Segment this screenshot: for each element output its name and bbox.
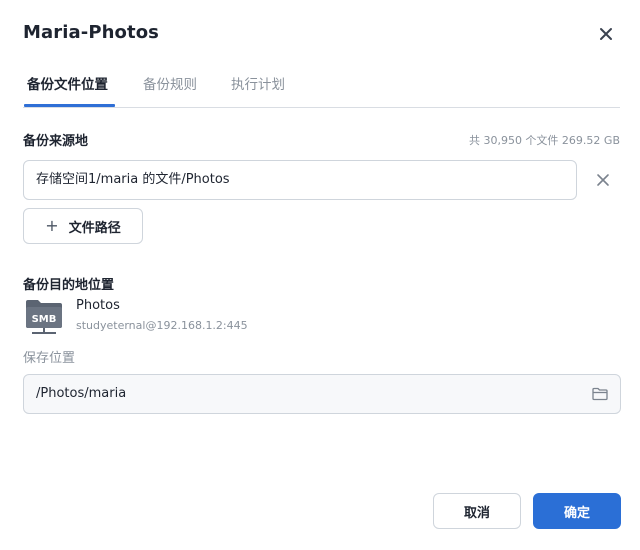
remove-path-button[interactable] <box>595 172 611 188</box>
confirm-button[interactable]: 确定 <box>533 493 621 529</box>
tab-schedule[interactable]: 执行计划 <box>231 73 285 93</box>
active-tab-indicator <box>24 104 115 107</box>
smb-icon-text: SMB <box>32 314 57 325</box>
smb-share-icon: SMB <box>24 296 64 336</box>
destination-host: studyeternal@192.168.1.2:445 <box>76 319 248 332</box>
dialog-title: Maria-Photos <box>23 22 159 43</box>
destination-section-label: 备份目的地位置 <box>23 278 115 293</box>
source-path-field[interactable]: 存储空间1/maria 的文件/Photos <box>23 160 577 200</box>
source-file-stats: 共 30,950 个文件 269.52 GB <box>468 134 620 147</box>
tab-bar: 备份文件位置 备份规则 执行计划 <box>23 70 620 108</box>
save-location-field[interactable]: /Photos/maria <box>23 374 621 414</box>
destination-name: Photos <box>76 298 120 313</box>
save-location-label: 保存位置 <box>23 351 76 366</box>
tab-backup-rules[interactable]: 备份规则 <box>143 73 197 93</box>
add-file-path-label: 文件路径 <box>68 220 121 236</box>
tab-backup-location[interactable]: 备份文件位置 <box>27 73 108 93</box>
cancel-button[interactable]: 取消 <box>433 493 521 529</box>
plus-icon: + <box>45 216 59 235</box>
source-section-label: 备份来源地 <box>23 134 89 149</box>
folder-icon <box>592 387 608 401</box>
close-button[interactable] <box>596 24 616 44</box>
close-icon <box>600 28 612 40</box>
backup-task-dialog: Maria-Photos 备份文件位置 备份规则 执行计划 备份来源地 共 30… <box>0 0 640 550</box>
browse-folder-button[interactable] <box>591 385 609 403</box>
add-file-path-button[interactable]: + 文件路径 <box>23 208 143 244</box>
close-icon <box>597 174 609 186</box>
